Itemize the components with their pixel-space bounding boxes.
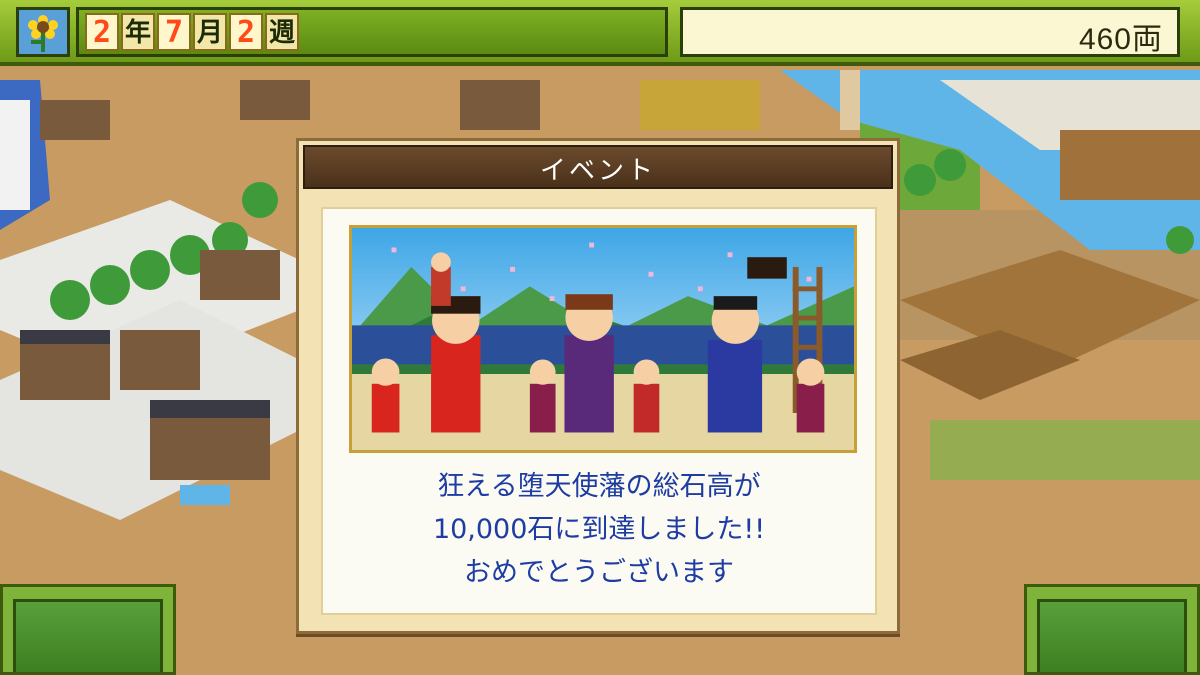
event-dialog-title: イベント <box>539 156 656 186</box>
week-value: 2 <box>229 13 263 51</box>
celebration-illustration <box>349 225 857 453</box>
sunflower-icon <box>28 15 58 52</box>
money-display: 460両 <box>680 7 1180 57</box>
event-dialog-header: イベント <box>303 145 893 189</box>
message-line-1: 狂える堕天使藩の総石高が <box>437 471 761 502</box>
event-dialog[interactable]: イベント 狂える堕天使藩の総石高が 10,000石に到達しました!! おめでとう… <box>296 138 900 634</box>
left-menu-button[interactable] <box>0 584 176 675</box>
season-button[interactable] <box>16 7 70 57</box>
month-unit: 月 <box>193 13 227 51</box>
month-value: 7 <box>157 13 191 51</box>
year-value: 2 <box>85 13 119 51</box>
year-unit: 年 <box>121 13 155 51</box>
date-display: 2 年 7 月 2 週 <box>76 7 668 57</box>
message-line-3: おめでとうございます <box>464 557 734 588</box>
message-line-2: 10,000石に到達しました!! <box>432 514 766 545</box>
event-message: 狂える堕天使藩の総石高が 10,000石に到達しました!! おめでとうございます <box>323 465 875 594</box>
event-dialog-body: 狂える堕天使藩の総石高が 10,000石に到達しました!! おめでとうございます <box>321 207 877 615</box>
week-unit: 週 <box>265 13 299 51</box>
right-menu-button[interactable] <box>1024 584 1200 675</box>
money-amount: 460両 <box>1078 23 1163 56</box>
top-status-bar: 2 年 7 月 2 週 460両 <box>0 0 1200 66</box>
